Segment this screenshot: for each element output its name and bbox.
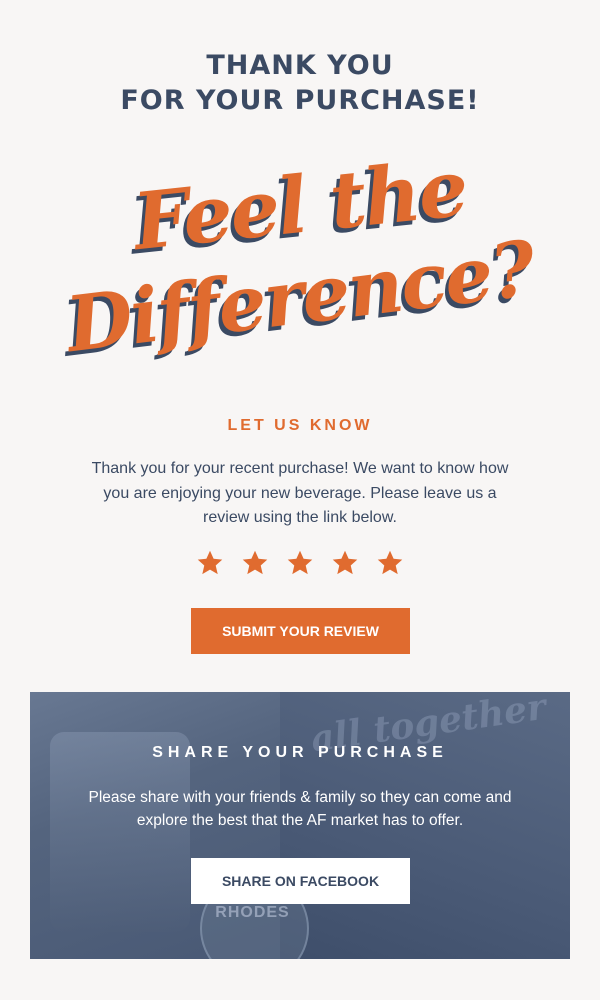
page-heading: THANK YOU FOR YOUR PURCHASE!: [0, 48, 600, 118]
star-icon[interactable]: [241, 549, 269, 577]
star-icon[interactable]: [331, 549, 359, 577]
heading-line-2: FOR YOUR PURCHASE!: [120, 85, 480, 116]
star-icon[interactable]: [376, 549, 404, 577]
star-icon[interactable]: [196, 549, 224, 577]
rating-stars[interactable]: [0, 549, 600, 577]
submit-review-button[interactable]: SUBMIT YOUR REVIEW: [191, 608, 410, 654]
share-facebook-button[interactable]: SHARE ON FACEBOOK: [191, 858, 410, 904]
star-icon[interactable]: [286, 549, 314, 577]
share-panel: RHODES all together SHARE YOUR PURCHASE …: [30, 692, 570, 959]
share-body-text: Please share with your friends & family …: [88, 789, 512, 829]
review-body-text: Thank you for your recent purchase! We w…: [91, 460, 509, 526]
share-title: SHARE YOUR PURCHASE: [152, 744, 448, 761]
review-eyebrow: LET US KNOW: [227, 417, 373, 434]
badge-text: RHODES: [215, 904, 290, 921]
glass-image: [50, 732, 190, 932]
heading-line-1: THANK YOU: [206, 50, 394, 81]
